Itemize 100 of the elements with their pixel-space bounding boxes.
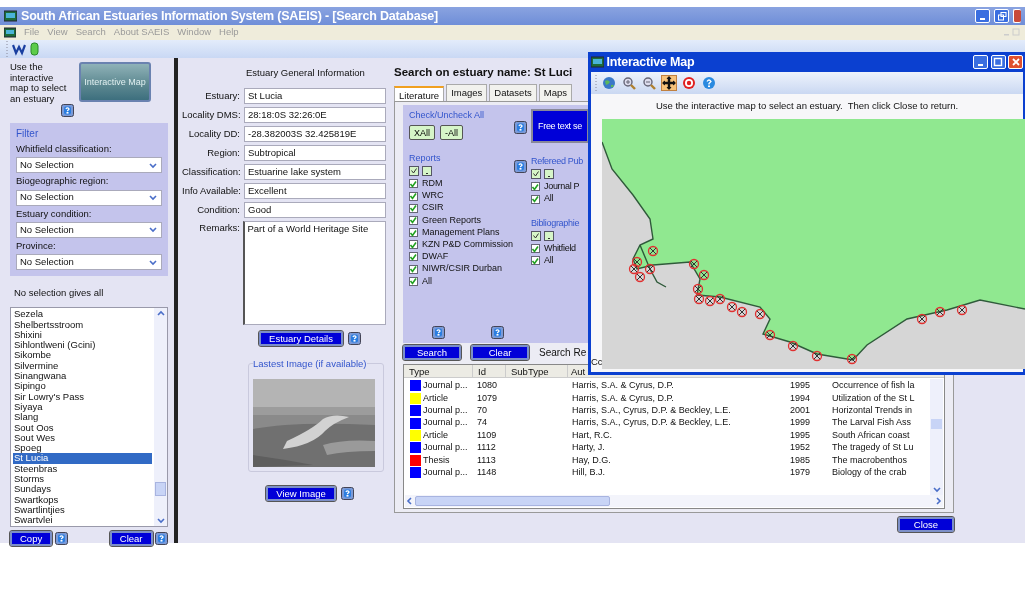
check-all-button[interactable]: XAll [409,125,435,141]
help-button[interactable] [514,121,527,135]
help-button[interactable] [155,532,168,546]
check-all-icon[interactable] [531,230,541,241]
close-button[interactable] [1013,9,1021,23]
uncheck-all-icon[interactable] [543,230,554,241]
list-item[interactable]: Sipingo [13,381,152,392]
scrollbar[interactable] [154,308,167,527]
help-button[interactable] [347,332,361,346]
scroll-left-icon[interactable] [405,496,415,507]
checkbox[interactable] [409,276,418,286]
tab[interactable]: Maps [538,84,573,102]
scrollbar-thumb[interactable] [931,418,942,429]
minimize-button[interactable] [973,55,988,69]
checkbox[interactable] [531,182,540,192]
copy-button[interactable]: Copy [10,531,53,547]
list-item[interactable]: Sout Wes [13,432,152,444]
checkbox[interactable] [409,264,418,274]
remarks-field[interactable]: Part of a World Heritage Site [242,221,386,326]
free-text-search-button[interactable]: Free text se [531,109,589,144]
list-item[interactable]: Siyaya [13,401,152,413]
checkbox[interactable] [531,256,540,266]
list-item[interactable]: Slang [13,412,152,423]
check-all-icon[interactable] [409,165,419,176]
help-button[interactable] [514,160,527,174]
checkbox[interactable] [409,215,418,225]
list-item[interactable]: Swartvlei [13,515,152,526]
clear-button[interactable]: Clear [109,531,153,547]
list-item[interactable]: Sundays [13,484,152,495]
logo-icon[interactable] [12,42,26,56]
estuary-details-button[interactable]: Estuary Details [259,331,343,347]
help-button[interactable] [61,104,74,117]
column-header[interactable]: SubType [506,364,568,377]
tab[interactable]: Datasets [489,84,537,102]
text-field[interactable]: Good [244,201,386,218]
list-item[interactable]: Shixini [13,329,152,341]
list-item[interactable]: Sezela [13,309,152,320]
maximize-button[interactable] [990,55,1006,69]
tool-button[interactable] [661,75,677,91]
column-header[interactable]: Id [473,364,506,377]
list-item[interactable]: Sihlontlweni (Gcini) [13,340,152,351]
checkbox[interactable] [531,244,540,254]
list-item[interactable]: St Lucia [13,453,152,464]
scrollbar[interactable] [405,495,943,508]
select-field[interactable]: No Selection [16,221,162,238]
checkbox[interactable] [409,191,418,201]
checkbox[interactable] [409,252,418,262]
text-field[interactable]: Subtropical [244,144,386,161]
select-field[interactable]: No Selection [16,157,162,174]
checkbox[interactable] [409,179,418,189]
clear-button[interactable]: Clear [471,344,529,360]
uncheck-all-icon[interactable] [543,168,554,179]
help-button[interactable] [432,325,445,339]
search-button[interactable]: Search [403,344,461,360]
minimize-button[interactable] [975,9,990,23]
scroll-right-icon[interactable] [933,496,943,507]
list-item[interactable]: Storms [13,474,152,485]
scrollbar[interactable] [930,378,943,496]
select-field[interactable]: No Selection [16,189,162,206]
help-button[interactable] [340,487,354,501]
check-all-icon[interactable] [531,168,541,179]
uncheck-all-icon[interactable] [421,165,432,176]
column-header[interactable]: Type [404,364,473,377]
text-field[interactable]: St Lucia [244,87,386,104]
results-label: Search Re [539,345,587,360]
list-item[interactable]: Silvermine [13,360,152,372]
tab[interactable]: Literature [394,86,445,102]
scrollbar-thumb[interactable] [415,496,610,507]
checkbox[interactable] [409,240,418,250]
help-button[interactable] [491,325,504,339]
list-item[interactable]: Swartlintjies [13,504,152,516]
close-button[interactable]: Close [898,517,954,533]
list-item[interactable]: Swartkops [13,494,152,505]
list-item[interactable]: Sikombe [13,350,152,361]
scrollbar-thumb[interactable] [155,482,166,497]
table-cell-text: Thesis [423,453,451,467]
list-item[interactable]: Sir Lowry's Pass [13,391,152,402]
list-item[interactable]: Spoeg [13,443,152,454]
battery-icon[interactable] [30,42,39,56]
text-field[interactable]: 28:18:0S 32:26:0E [244,106,386,123]
help-button[interactable] [54,532,68,546]
list-item[interactable]: Sout Oos [13,422,152,433]
text-field[interactable]: Estuarine lake system [244,163,386,180]
text-field[interactable]: Excellent [244,182,386,199]
table-cell-text: Harty, J. [572,441,606,455]
restore-button[interactable] [994,9,1009,23]
view-image-button[interactable]: View Image [266,486,336,502]
checkbox[interactable] [409,203,418,213]
tab[interactable]: Images [446,84,488,102]
check-all-button[interactable]: -All [440,125,463,141]
table-cell-text: 1979 [790,465,812,479]
close-button[interactable] [1008,55,1023,69]
checkbox[interactable] [409,228,418,238]
list-item[interactable]: Sinangwana [13,371,152,382]
list-item[interactable]: Steenbras [13,463,152,474]
list-item[interactable]: Shelbertsstroom [13,319,152,330]
text-field[interactable]: -28.382003S 32.425819E [244,125,386,142]
select-field[interactable]: No Selection [16,254,162,270]
checkbox[interactable] [531,194,540,204]
table-cell-text: Journal p... [423,465,469,479]
